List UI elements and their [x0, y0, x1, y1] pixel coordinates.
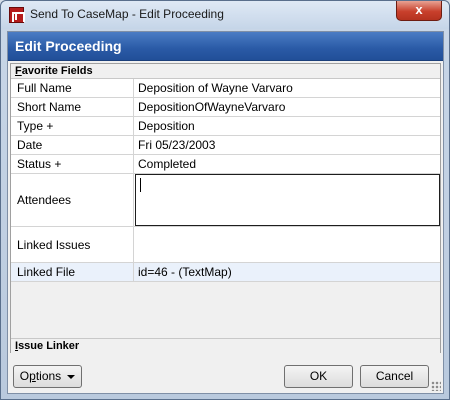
field-label: Short Name — [11, 98, 134, 116]
close-button[interactable]: x — [396, 1, 442, 21]
section-header-label: avorite Fields — [21, 65, 93, 77]
linked-issues-field[interactable] — [135, 227, 440, 262]
options-mnemonic: p — [29, 369, 36, 383]
field-row-attendees[interactable]: Attendees — [11, 174, 440, 227]
field-row-type[interactable]: Type + Deposition — [11, 117, 440, 136]
page-title: Edit Proceeding — [15, 38, 122, 54]
field-label: Attendees — [11, 174, 134, 226]
attendees-field[interactable] — [135, 174, 440, 226]
title-bar[interactable]: Send To CaseMap - Edit Proceeding x — [1, 1, 449, 29]
field-label: Date — [11, 136, 134, 154]
field-label: Type + — [11, 117, 134, 135]
resize-grip-icon[interactable] — [431, 381, 441, 391]
window-title: Send To CaseMap - Edit Proceeding — [30, 7, 224, 21]
field-row-status[interactable]: Status + Completed — [11, 155, 440, 174]
section-header-favorite-fields[interactable]: Favorite Fields — [11, 64, 440, 79]
casemap-app-icon — [9, 7, 25, 23]
section-header-label: ssue Linker — [18, 340, 80, 352]
text-caret — [140, 178, 141, 192]
short-name-field[interactable]: DepositionOfWayneVarvaro — [135, 98, 440, 116]
full-name-field[interactable]: Deposition of Wayne Varvaro — [135, 79, 440, 97]
status-field[interactable]: Completed — [135, 155, 440, 173]
field-row-linked-file[interactable]: Linked File id=46 - (TextMap) — [11, 263, 440, 282]
options-button[interactable]: Options — [13, 365, 82, 388]
field-label: Linked File — [11, 263, 134, 281]
options-label: tions — [35, 369, 62, 383]
property-grid: Favorite Fields Full Name Deposition of … — [10, 63, 441, 353]
ok-button[interactable]: OK — [284, 365, 353, 388]
field-label: Linked Issues — [11, 227, 134, 262]
date-field[interactable]: Fri 05/23/2003 — [135, 136, 440, 154]
header-band: Edit Proceeding — [8, 32, 443, 61]
type-field[interactable]: Deposition — [135, 117, 440, 135]
dropdown-arrow-icon — [67, 374, 76, 379]
options-prefix: O — [19, 369, 30, 383]
field-label: Full Name — [11, 79, 134, 97]
grid-empty-space — [11, 282, 440, 340]
field-row-full-name[interactable]: Full Name Deposition of Wayne Varvaro — [11, 79, 440, 98]
field-row-linked-issues[interactable]: Linked Issues — [11, 227, 440, 263]
field-label: Status + — [11, 155, 134, 173]
dialog-window: Send To CaseMap - Edit Proceeding x Edit… — [0, 0, 450, 400]
field-row-date[interactable]: Date Fri 05/23/2003 — [11, 136, 440, 155]
section-header-issue-linker[interactable]: Issue Linker — [11, 338, 440, 353]
dialog-client: Edit Proceeding Favorite Fields Full Nam… — [7, 31, 444, 394]
cancel-button[interactable]: Cancel — [360, 365, 429, 388]
section-header-mnemonic: F — [15, 65, 22, 77]
linked-file-field[interactable]: id=46 - (TextMap) — [135, 263, 440, 281]
field-row-short-name[interactable]: Short Name DepositionOfWayneVarvaro — [11, 98, 440, 117]
